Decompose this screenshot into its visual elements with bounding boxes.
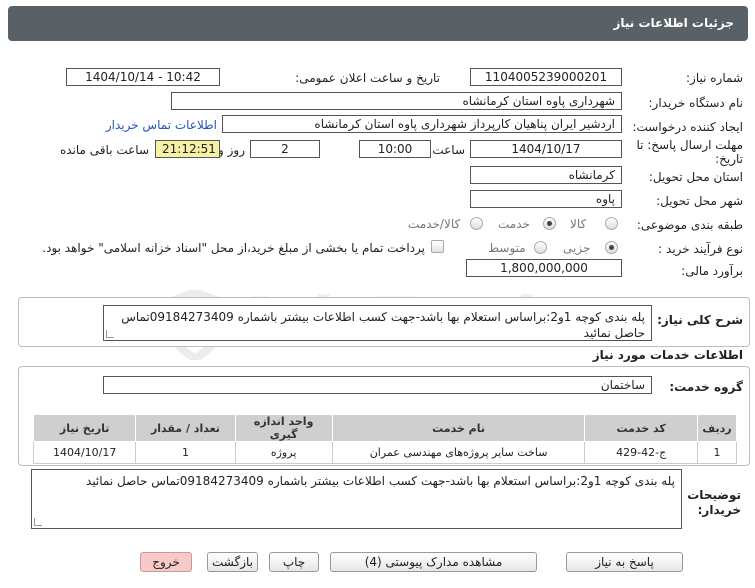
col-service-name: نام خدمت [331,414,586,442]
remaining-time-field: 21:12:51 [155,140,220,158]
resize-handle-icon[interactable] [34,518,42,526]
service-group-label: گروه خدمت: [669,380,743,394]
contact-info-link[interactable]: اطلاعات تماس خریدار [106,118,217,132]
page-header: جزئیات اطلاعات نیاز [8,6,748,41]
cell-service-code: ج-42-429 [584,441,698,464]
buyer-notes-text: پله بندی کوچه 1و2:براساس استعلام بها باش… [86,474,675,488]
description-label: شرح کلی نیاز: [657,313,743,327]
page-title: جزئیات اطلاعات نیاز [613,16,734,30]
col-unit: واحد اندازه گیری [234,414,333,442]
services-section-title: اطلاعات خدمات مورد نیاز [592,348,743,362]
budget-label: برآورد مالی: [681,264,743,278]
reply-button[interactable]: پاسخ به نیاز [566,552,683,572]
budget-field: 1,800,000,000 [466,259,622,277]
back-button[interactable]: بازگشت [207,552,258,572]
category-radio-goods-service[interactable] [470,217,483,230]
buyer-org-field: شهرداری پاوه استان کرمانشاه [171,92,622,110]
creator-field: اردشیر ایران پناهیان کارپرداز شهرداری پا… [222,115,622,133]
attachments-button[interactable]: مشاهده مدارک پیوستی (4) [330,552,537,572]
process-radio-minor[interactable] [605,241,618,254]
col-service-code: کد خدمت [584,414,698,442]
cell-row-number: 1 [696,441,738,464]
city-field: پاوه [470,190,622,208]
cell-need-date: 1404/10/17 [32,441,137,464]
col-need-date: تاریخ نیاز [32,414,137,442]
col-row-number: ردیف [696,414,738,442]
cell-service-name: ساخت سایر پروژه‌های مهندسی عمران [331,441,586,464]
process-radio-medium[interactable] [534,241,547,254]
category-option-service: خدمت [498,217,530,231]
treasury-payment-checkbox[interactable] [431,240,444,253]
process-label: نوع فرآیند خرید : [658,242,743,256]
creator-label: ایجاد کننده درخواست: [632,120,743,134]
category-radio-service[interactable] [543,217,556,230]
province-field: کرمانشاه [470,166,622,184]
cell-quantity: 1 [135,441,236,464]
resize-handle-icon[interactable] [106,330,114,338]
city-label: شهر محل تحویل: [656,194,743,208]
table-header-row: ردیف کد خدمت نام خدمت واحد اندازه گیری ت… [32,414,738,442]
description-textarea[interactable]: پله بندی کوچه 1و2:براساس استعلام بها باش… [103,305,652,341]
need-number-label: شماره نیاز: [686,71,743,85]
buyer-notes-textarea[interactable]: پله بندی کوچه 1و2:براساس استعلام بها باش… [31,469,682,529]
announce-field: 1404/10/14 - 10:42 [66,68,220,86]
buyer-org-label: نام دستگاه خریدار: [648,96,744,110]
description-text: پله بندی کوچه 1و2:براساس استعلام بها باش… [121,310,645,340]
process-option-medium: متوسط [488,241,526,255]
exit-button[interactable]: خروج [140,552,192,572]
category-label: طبقه بندی موضوعی: [636,218,743,232]
remaining-label: ساعت باقی مانده [59,143,149,157]
deadline-date-field: 1404/10/17 [470,140,622,158]
print-button[interactable]: چاپ [269,552,319,572]
col-quantity: تعداد / مقدار [135,414,236,442]
days-field: 2 [250,140,320,158]
deadline-time-label: ساعت [432,143,465,157]
category-radio-goods[interactable] [605,217,618,230]
province-label: استان محل تحویل: [648,170,743,184]
category-option-goods-service: کالا/خدمت [408,217,461,231]
announce-label: تاریخ و ساعت اعلان عمومی: [295,71,440,85]
deadline-label: مهلت ارسال پاسخ: تا تاریخ: [636,138,743,166]
cell-unit: پروژه [234,441,333,464]
service-group-field: ساختمان [103,376,652,394]
services-table: ردیف کد خدمت نام خدمت واحد اندازه گیری ت… [32,414,738,464]
process-option-minor: جزیی [563,241,591,255]
table-row[interactable]: 1 ج-42-429 ساخت سایر پروژه‌های مهندسی عم… [32,441,738,464]
need-number-field: 1104005239000201 [470,68,622,86]
treasury-payment-note: پرداخت تمام یا بخشی از مبلغ خرید،از محل … [42,241,425,255]
deadline-time-field: 10:00 [359,140,431,158]
category-option-goods: کالا [570,217,587,231]
days-label: روز و [218,143,245,157]
